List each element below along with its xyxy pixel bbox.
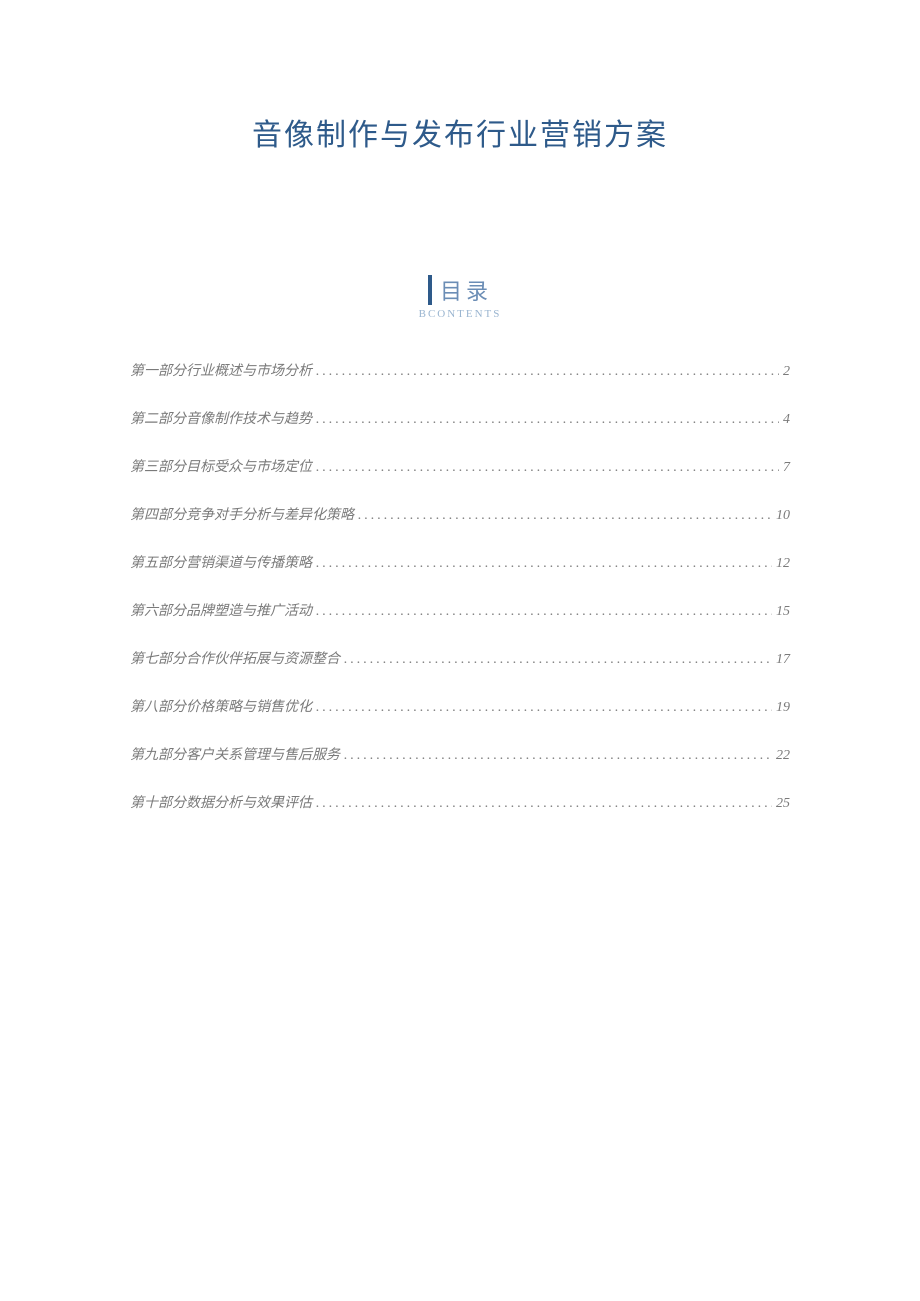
toc-list: 第一部分行业概述与市场分析 2 第二部分音像制作技术与趋势 4 第三部分目标受众… xyxy=(130,360,790,812)
toc-entry-label: 第五部分营销渠道与传播策略 xyxy=(130,552,312,572)
toc-entry[interactable]: 第二部分音像制作技术与趋势 4 xyxy=(130,408,790,428)
toc-entry-page: 4 xyxy=(783,412,790,428)
toc-dots xyxy=(316,604,772,620)
toc-dots xyxy=(344,652,772,668)
toc-entry[interactable]: 第九部分客户关系管理与售后服务 22 xyxy=(130,744,790,764)
toc-entry-label: 第三部分目标受众与市场定位 xyxy=(130,456,312,476)
toc-entry-label: 第七部分合作伙伴拓展与资源整合 xyxy=(130,648,340,668)
toc-entry-label: 第八部分价格策略与销售优化 xyxy=(130,696,312,716)
toc-entry[interactable]: 第六部分品牌塑造与推广活动 15 xyxy=(130,600,790,620)
document-page: 音像制作与发布行业营销方案 目录 BCONTENTS 第一部分行业概述与市场分析… xyxy=(0,0,920,812)
toc-entry[interactable]: 第七部分合作伙伴拓展与资源整合 17 xyxy=(130,648,790,668)
toc-entry-page: 12 xyxy=(776,556,790,572)
toc-entry-page: 22 xyxy=(776,748,790,764)
toc-entry-page: 25 xyxy=(776,796,790,812)
toc-entry-label: 第六部分品牌塑造与推广活动 xyxy=(130,600,312,620)
toc-heading: 目录 xyxy=(440,274,492,306)
toc-entry-label: 第九部分客户关系管理与售后服务 xyxy=(130,744,340,764)
toc-bar-icon xyxy=(428,275,432,305)
toc-entry[interactable]: 第四部分竞争对手分析与差异化策略 10 xyxy=(130,504,790,524)
toc-dots xyxy=(316,556,772,572)
toc-dots xyxy=(344,748,772,764)
toc-subheading: BCONTENTS xyxy=(419,308,502,320)
toc-dots xyxy=(316,700,772,716)
toc-entry-page: 17 xyxy=(776,652,790,668)
toc-header-main: 目录 xyxy=(428,274,492,306)
toc-entry-page: 10 xyxy=(776,508,790,524)
toc-entry[interactable]: 第一部分行业概述与市场分析 2 xyxy=(130,360,790,380)
toc-dots xyxy=(316,364,779,380)
toc-entry[interactable]: 第十部分数据分析与效果评估 25 xyxy=(130,792,790,812)
toc-entry[interactable]: 第八部分价格策略与销售优化 19 xyxy=(130,696,790,716)
document-title: 音像制作与发布行业营销方案 xyxy=(130,110,790,154)
toc-entry-label: 第一部分行业概述与市场分析 xyxy=(130,360,312,380)
toc-entry-page: 19 xyxy=(776,700,790,716)
toc-dots xyxy=(316,460,779,476)
toc-entry-page: 2 xyxy=(783,364,790,380)
toc-header: 目录 BCONTENTS xyxy=(130,274,790,320)
toc-dots xyxy=(358,508,772,524)
toc-entry-label: 第四部分竞争对手分析与差异化策略 xyxy=(130,504,354,524)
toc-entry-page: 7 xyxy=(783,460,790,476)
toc-entry[interactable]: 第五部分营销渠道与传播策略 12 xyxy=(130,552,790,572)
toc-dots xyxy=(316,412,779,428)
toc-entry[interactable]: 第三部分目标受众与市场定位 7 xyxy=(130,456,790,476)
toc-entry-label: 第十部分数据分析与效果评估 xyxy=(130,792,312,812)
toc-entry-label: 第二部分音像制作技术与趋势 xyxy=(130,408,312,428)
toc-dots xyxy=(316,796,772,812)
toc-entry-page: 15 xyxy=(776,604,790,620)
